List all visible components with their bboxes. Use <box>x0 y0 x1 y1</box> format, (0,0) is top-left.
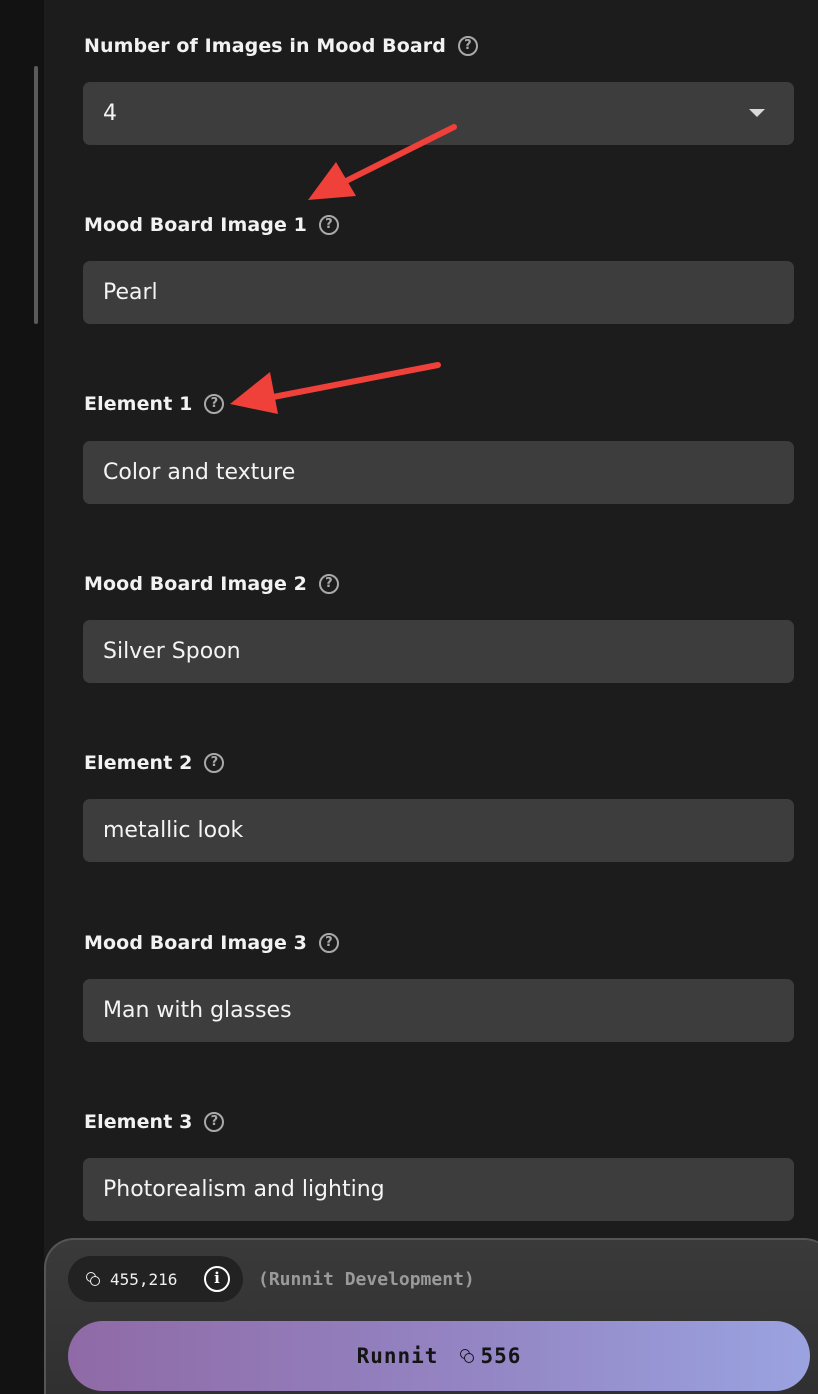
question-circle-icon[interactable]: ? <box>204 753 225 773</box>
input-value: Color and texture <box>103 460 296 485</box>
question-circle-icon[interactable]: ? <box>318 574 339 594</box>
element-1-input[interactable]: Color and texture <box>83 441 794 504</box>
chevron-down-icon <box>749 109 765 117</box>
info-icon[interactable]: i <box>204 1266 230 1292</box>
element-2-label: Element 2 ? <box>84 750 225 776</box>
mood-board-image-1-label: Mood Board Image 1 ? <box>84 212 339 238</box>
element-3-label: Element 3 ? <box>84 1109 225 1135</box>
credits-value: 455,216 <box>110 1269 178 1289</box>
num-images-label: Number of Images in Mood Board ? <box>84 33 478 59</box>
question-circle-icon[interactable]: ? <box>204 394 225 414</box>
mood-board-image-2-label: Mood Board Image 2 ? <box>84 571 339 597</box>
mood-board-image-2-input[interactable]: Silver Spoon <box>83 620 794 683</box>
coins-icon <box>460 1349 475 1363</box>
coins-icon <box>86 1272 100 1286</box>
question-circle-icon[interactable]: ? <box>318 933 339 953</box>
mood-board-image-3-input[interactable]: Man with glasses <box>83 979 794 1042</box>
question-circle-icon[interactable]: ? <box>318 215 339 235</box>
app-root: Number of Images in Mood Board ? 4 Mood … <box>0 0 818 1394</box>
field-label-text: Mood Board Image 2 <box>84 573 307 595</box>
input-value: Silver Spoon <box>103 639 241 664</box>
field-label-text: Mood Board Image 3 <box>84 932 307 954</box>
input-value: metallic look <box>103 818 244 843</box>
runnit-button[interactable]: Runnit 556 <box>68 1321 810 1391</box>
element-3-input[interactable]: Photorealism and lighting <box>83 1158 794 1221</box>
input-value: Photorealism and lighting <box>103 1177 385 1202</box>
field-label-text: Element 1 <box>84 393 193 415</box>
field-label-text: Element 2 <box>84 752 193 774</box>
mood-board-image-1-input[interactable]: Pearl <box>83 261 794 324</box>
num-images-label-text: Number of Images in Mood Board <box>84 35 446 57</box>
environment-label: (Runnit Development) <box>258 1268 475 1290</box>
input-value: Man with glasses <box>103 998 292 1023</box>
mood-board-image-3-label: Mood Board Image 3 ? <box>84 930 339 956</box>
run-button-label: Runnit <box>356 1344 439 1368</box>
num-images-value: 4 <box>103 101 117 126</box>
run-cost: 556 <box>480 1344 522 1368</box>
field-label-text: Element 3 <box>84 1111 193 1133</box>
question-circle-icon[interactable]: ? <box>457 36 478 56</box>
element-2-input[interactable]: metallic look <box>83 799 794 862</box>
element-1-label: Element 1 ? <box>84 391 225 417</box>
input-value: Pearl <box>103 280 158 305</box>
scrollbar-thumb[interactable] <box>34 66 38 324</box>
field-label-text: Mood Board Image 1 <box>84 214 307 236</box>
question-circle-icon[interactable]: ? <box>204 1112 225 1132</box>
num-images-select[interactable]: 4 <box>83 82 794 145</box>
